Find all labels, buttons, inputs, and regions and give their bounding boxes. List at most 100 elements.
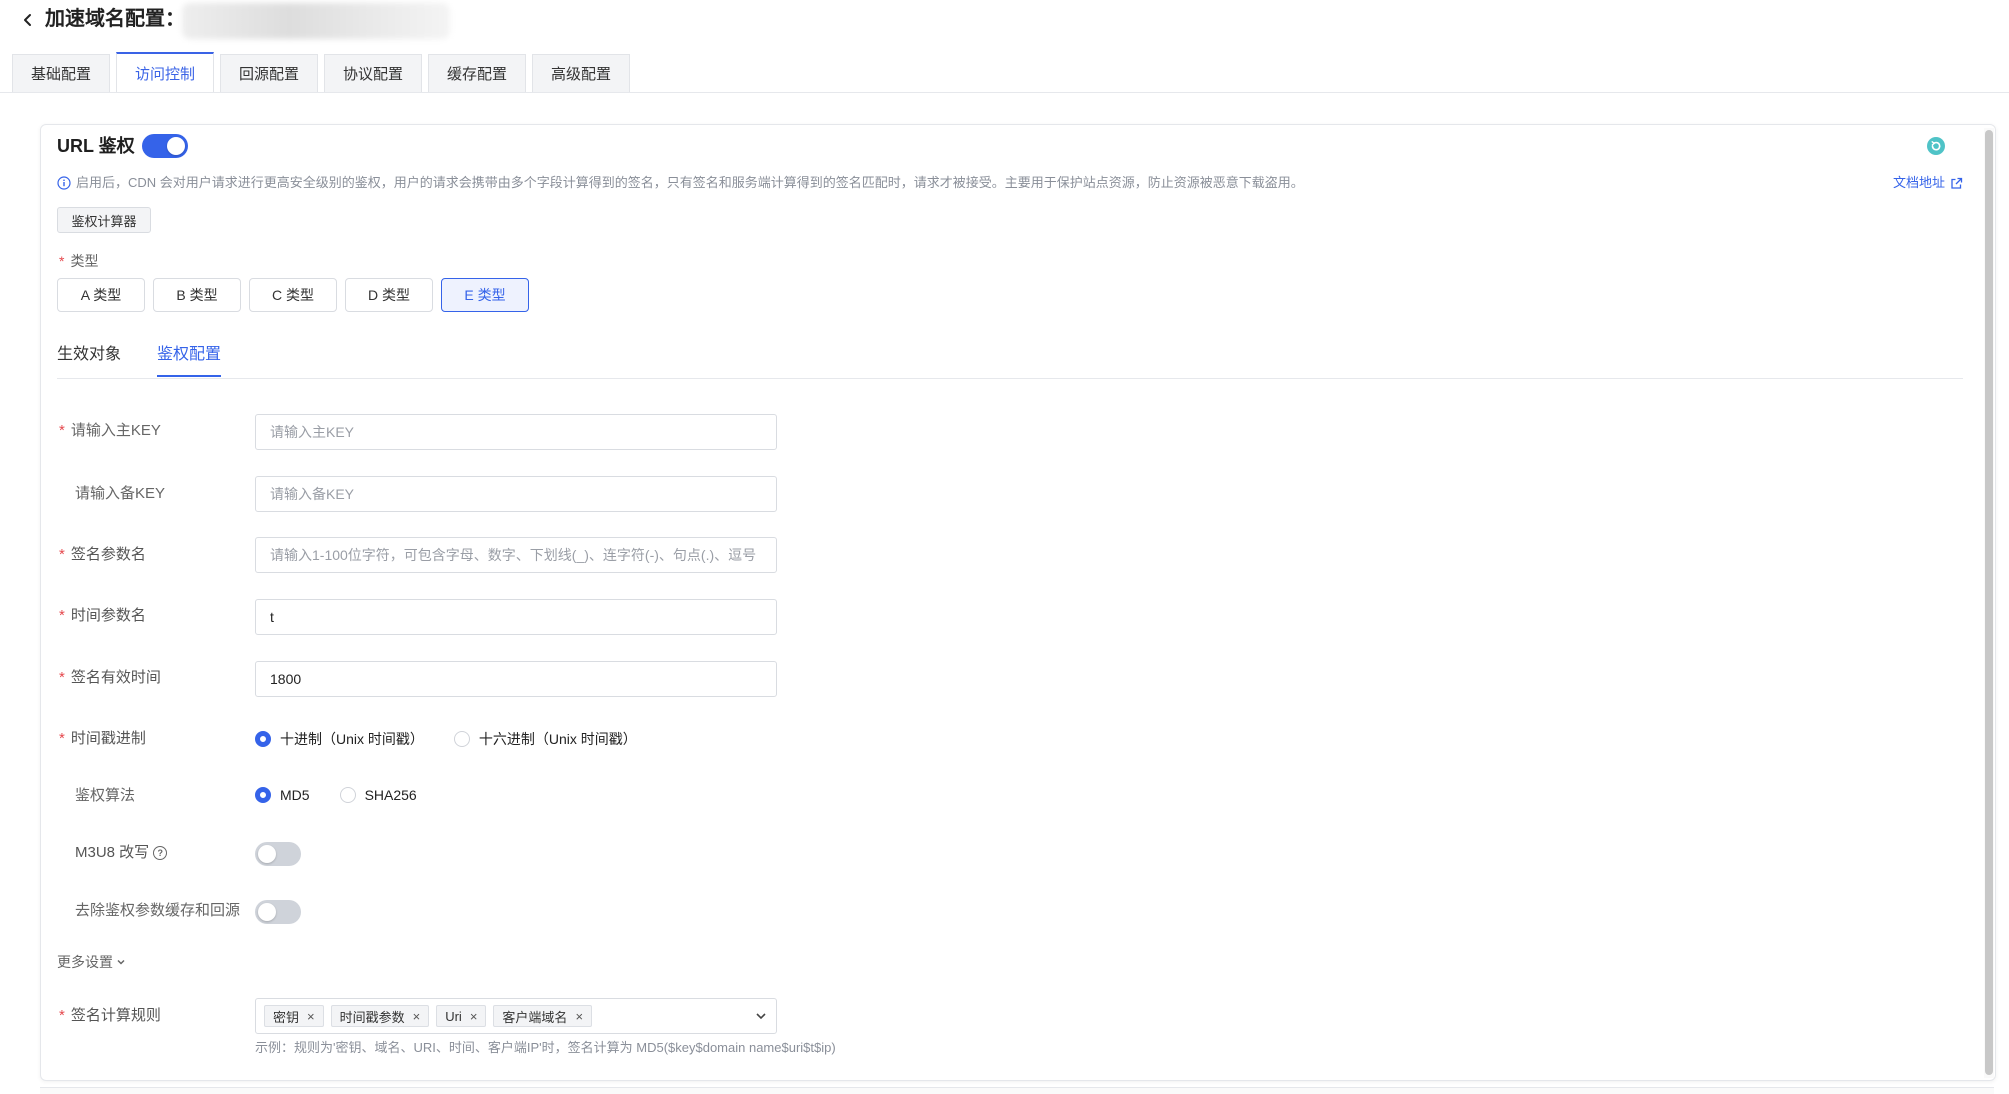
radio-unchecked-icon <box>453 731 470 747</box>
tag-timestamp-param: 时间戳参数 × <box>330 1005 430 1027</box>
tag-label: 密钥 <box>273 1009 300 1025</box>
type-c-button[interactable]: C 类型 <box>249 278 337 312</box>
radio-checked-icon <box>255 787 271 803</box>
m3u8-label-text: M3U8 改写 <box>75 844 150 861</box>
primary-key-label: * 请输入主KEY <box>59 421 161 441</box>
valid-time-label: * 签名有效时间 <box>59 668 161 688</box>
sub-tabs: 生效对象 鉴权配置 <box>57 344 222 377</box>
required-mark: * <box>59 422 65 439</box>
time-param-input[interactable] <box>255 599 777 635</box>
more-settings-label: 更多设置 <box>57 954 113 970</box>
help-icon[interactable]: ? <box>153 846 168 861</box>
valid-time-label-text: 签名有效时间 <box>70 669 161 686</box>
valid-time-input[interactable] <box>255 661 777 697</box>
info-description: 启用后，CDN 会对用户请求进行更高安全级别的鉴权，用户的请求会携带由多个字段计… <box>76 175 1304 190</box>
type-d-button[interactable]: D 类型 <box>345 278 433 312</box>
tag-client-domain: 客户端域名 × <box>493 1005 593 1027</box>
sign-rule-label: * 签名计算规则 <box>59 1006 161 1026</box>
tab-advanced[interactable]: 高级配置 <box>532 54 630 92</box>
sign-rule-label-text: 签名计算规则 <box>70 1007 161 1024</box>
required-mark: * <box>59 607 65 624</box>
tag-uri: Uri × <box>436 1005 487 1027</box>
back-button[interactable] <box>14 6 42 34</box>
primary-key-label-text: 请输入主KEY <box>70 422 161 439</box>
section-title: URL 鉴权 <box>57 136 135 156</box>
type-label: * 类型 <box>59 251 98 271</box>
radio-decimal-label: 十进制（Unix 时间戳） <box>280 731 424 747</box>
doc-link[interactable]: 文档地址 <box>1893 174 1963 192</box>
refresh-icon[interactable] <box>1926 136 1946 156</box>
tab-protocol[interactable]: 协议配置 <box>324 54 422 92</box>
close-icon[interactable]: × <box>575 1009 583 1024</box>
radio-unchecked-icon <box>339 787 356 803</box>
chevron-down-icon <box>117 959 125 965</box>
more-settings-link[interactable]: 更多设置 <box>57 952 126 972</box>
sign-rule-select[interactable]: 密钥 × 时间戳参数 × Uri × 客户端域名 × <box>255 998 777 1034</box>
chevron-down-icon[interactable] <box>754 1009 768 1023</box>
tag-label: 客户端域名 <box>502 1009 568 1025</box>
toggle-knob <box>258 845 276 863</box>
toggle-knob <box>167 137 185 155</box>
time-param-label: * 时间参数名 <box>59 606 146 626</box>
backup-key-label: 请输入备KEY <box>75 485 166 502</box>
required-mark: * <box>59 1007 65 1024</box>
timestamp-base-label: * 时间戳进制 <box>59 729 146 749</box>
type-e-button[interactable]: E 类型 <box>441 278 529 312</box>
sign-param-input[interactable] <box>255 537 777 573</box>
type-a-button[interactable]: A 类型 <box>57 278 145 312</box>
type-b-button[interactable]: B 类型 <box>153 278 241 312</box>
tabs-divider <box>0 92 2009 93</box>
tab-access-control[interactable]: 访问控制 <box>116 52 214 92</box>
type-label-text: 类型 <box>70 253 99 269</box>
algorithm-radios: MD5 SHA256 <box>255 787 417 803</box>
subtabs-divider <box>57 378 1963 379</box>
page-title: 加速域名配置： <box>45 8 185 30</box>
tab-cache[interactable]: 缓存配置 <box>428 54 526 92</box>
subtab-auth-config[interactable]: 鉴权配置 <box>157 344 222 377</box>
radio-md5[interactable]: MD5 <box>255 787 310 803</box>
close-icon[interactable]: × <box>307 1009 315 1024</box>
doc-link-label: 文档地址 <box>1893 175 1946 190</box>
m3u8-label: M3U8 改写? <box>75 843 168 863</box>
external-link-icon <box>1951 177 1963 189</box>
required-mark: * <box>59 669 65 686</box>
chevron-left-icon <box>24 14 31 26</box>
scrollbar-thumb[interactable] <box>1985 130 1993 1075</box>
timestamp-base-label-text: 时间戳进制 <box>70 730 146 747</box>
required-mark: * <box>59 253 65 269</box>
close-icon[interactable]: × <box>470 1009 478 1024</box>
url-auth-toggle[interactable] <box>142 134 188 158</box>
primary-key-input[interactable] <box>255 414 777 450</box>
auth-calculator-button[interactable]: 鉴权计算器 <box>57 207 151 233</box>
radio-sha256[interactable]: SHA256 <box>339 787 417 803</box>
tag-secret-key: 密钥 × <box>264 1005 324 1027</box>
tag-label: Uri <box>445 1008 462 1024</box>
strip-params-label: 去除鉴权参数缓存和回源 <box>75 902 241 919</box>
type-selector: A 类型 B 类型 C 类型 D 类型 E 类型 <box>57 278 529 312</box>
required-mark: * <box>59 546 65 563</box>
sign-param-label-text: 签名参数名 <box>70 546 146 563</box>
tab-origin[interactable]: 回源配置 <box>220 54 318 92</box>
tab-basic[interactable]: 基础配置 <box>12 54 110 92</box>
toggle-knob <box>258 903 276 921</box>
radio-hexadecimal[interactable]: 十六进制（Unix 时间戳） <box>453 729 637 749</box>
sign-param-label: * 签名参数名 <box>59 545 146 565</box>
backup-key-input[interactable] <box>255 476 777 512</box>
info-icon <box>57 176 71 190</box>
strip-params-toggle[interactable] <box>255 900 301 924</box>
sign-rule-example: 示例：规则为'密钥、域名、URI、时间、客户端IP'时，签名计算为 MD5($k… <box>255 1040 836 1055</box>
radio-checked-icon <box>255 731 271 747</box>
time-param-label-text: 时间参数名 <box>70 607 146 624</box>
required-mark: * <box>59 730 65 747</box>
radio-md5-label: MD5 <box>280 787 310 803</box>
close-icon[interactable]: × <box>413 1009 421 1024</box>
algorithm-label: 鉴权算法 <box>75 787 136 804</box>
domain-name-redacted <box>182 3 450 39</box>
timestamp-base-radios: 十进制（Unix 时间戳） 十六进制（Unix 时间戳） <box>255 729 637 749</box>
radio-decimal[interactable]: 十进制（Unix 时间戳） <box>255 729 424 749</box>
radio-sha256-label: SHA256 <box>364 787 417 803</box>
radio-hexadecimal-label: 十六进制（Unix 时间戳） <box>478 731 637 747</box>
subtab-effective-target[interactable]: 生效对象 <box>57 344 121 377</box>
config-tabs: 基础配置 访问控制 回源配置 协议配置 缓存配置 高级配置 <box>12 52 630 92</box>
m3u8-toggle[interactable] <box>255 842 301 866</box>
